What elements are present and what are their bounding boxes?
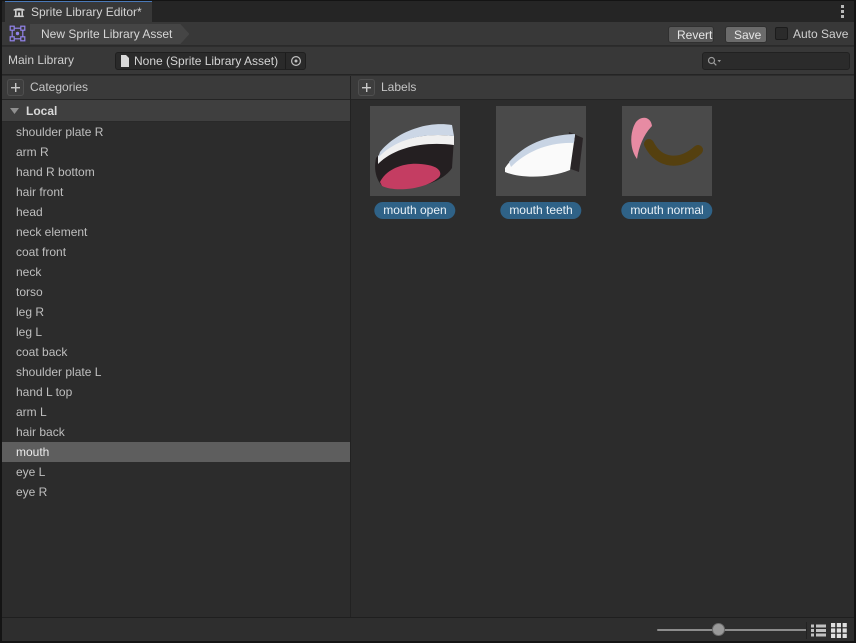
category-item-label: eye L (16, 465, 45, 479)
panel-divider (350, 76, 351, 617)
main-library-label: Main Library (8, 47, 74, 74)
search-field (702, 52, 850, 70)
bottom-bar (0, 617, 856, 643)
label-name-badge: mouth open (374, 202, 455, 219)
window-menu-button[interactable] (834, 2, 850, 20)
slider-knob[interactable] (712, 623, 725, 636)
tab-title: Sprite Library Editor* (31, 5, 142, 19)
label-name-badge: mouth normal (621, 202, 712, 219)
asset-file-icon (120, 55, 130, 67)
grid-view-icon (831, 623, 847, 638)
grid-view-button[interactable] (830, 622, 848, 639)
label-item[interactable]: mouth open (370, 106, 460, 196)
plus-icon (362, 83, 371, 92)
toolbar: New Sprite Library Asset Revert Save Aut… (0, 22, 856, 46)
add-category-button[interactable] (7, 79, 24, 96)
category-item-label: hair back (16, 425, 65, 439)
thumbnail-size-slider[interactable] (657, 629, 807, 631)
save-button[interactable]: Save (725, 26, 767, 43)
category-item-label: shoulder plate R (16, 125, 103, 139)
category-item-label: leg R (16, 305, 44, 319)
tab-bar: Sprite Library Editor* (0, 0, 856, 22)
category-item[interactable]: neck element (0, 222, 350, 242)
categories-panel: Local shoulder plate R arm R hand R bottom… (0, 100, 350, 617)
plus-icon (11, 83, 20, 92)
view-toggle-divider (806, 622, 807, 639)
foldout-triangle-icon (10, 108, 19, 114)
open-mouth-sprite (370, 106, 460, 196)
search-input[interactable] (722, 54, 849, 68)
breadcrumb-new-sprite-library-asset[interactable]: New Sprite Library Asset (30, 24, 189, 44)
smile-line-sprite (622, 106, 712, 196)
category-group-label: Local (26, 104, 57, 118)
labels-panel: mouth open mouth teeth mouth normal (351, 100, 856, 617)
category-item[interactable]: shoulder plate L (0, 362, 350, 382)
category-item[interactable]: coat back (0, 342, 350, 362)
category-group-local[interactable]: Local (0, 100, 350, 122)
category-item-label: hand L top (16, 385, 72, 399)
category-item-label: coat front (16, 245, 66, 259)
sprite-thumbnail (622, 106, 712, 196)
tab-sprite-library-editor[interactable]: Sprite Library Editor* (5, 0, 152, 22)
category-item-label: coat back (16, 345, 67, 359)
categories-header-title: Categories (30, 76, 88, 99)
category-item[interactable]: head (0, 202, 350, 222)
revert-button[interactable]: Revert (668, 26, 714, 43)
category-item-label: torso (16, 285, 43, 299)
main-library-object-field[interactable]: None (Sprite Library Asset) (115, 52, 306, 70)
category-item-label: head (16, 205, 43, 219)
category-item-label: hair front (16, 185, 63, 199)
category-item[interactable]: leg R (0, 302, 350, 322)
category-item[interactable]: arm L (0, 402, 350, 422)
object-field-value: None (Sprite Library Asset) (134, 54, 285, 68)
category-list: shoulder plate R arm R hand R bottom hair f… (0, 122, 350, 502)
window-border (0, 0, 2, 643)
teeth-sprite (496, 106, 586, 196)
sprite-thumbnail (496, 106, 586, 196)
category-item[interactable]: neck (0, 262, 350, 282)
category-item-label: eye R (16, 485, 47, 499)
labels-header-title: Labels (381, 76, 416, 99)
categories-header: Categories (0, 76, 350, 100)
category-item-label: neck (16, 265, 41, 279)
auto-save-checkbox[interactable] (775, 27, 788, 40)
label-name-badge: mouth teeth (500, 202, 581, 219)
sprite-library-window-icon (12, 5, 26, 19)
target-picker-icon (290, 55, 302, 67)
category-item[interactable]: torso (0, 282, 350, 302)
sprite-library-asset-icon (9, 25, 26, 45)
category-item[interactable]: coat front (0, 242, 350, 262)
auto-save-label: Auto Save (793, 22, 848, 46)
category-item[interactable]: hair front (0, 182, 350, 202)
category-item[interactable]: leg L (0, 322, 350, 342)
object-picker-button[interactable] (285, 53, 305, 69)
category-item[interactable]: hair back (0, 422, 350, 442)
category-item[interactable]: hand R bottom (0, 162, 350, 182)
category-item[interactable]: hand L top (0, 382, 350, 402)
category-item-label: leg L (16, 325, 42, 339)
sprite-library-editor-window: Sprite Library Editor* New Sprite Librar… (0, 0, 856, 643)
category-item[interactable]: mouth (0, 442, 350, 462)
kebab-menu-icon (841, 5, 844, 8)
list-view-icon (811, 624, 826, 637)
category-item-label: arm R (16, 145, 49, 159)
search-icon (707, 56, 722, 67)
main-library-row: Main Library None (Sprite Library Asset) (0, 47, 856, 75)
category-item[interactable]: arm R (0, 142, 350, 162)
labels-header: Labels (351, 76, 856, 100)
label-item[interactable]: mouth teeth (496, 106, 586, 196)
category-item[interactable]: shoulder plate R (0, 122, 350, 142)
category-item-label: neck element (16, 225, 87, 239)
category-item-label: shoulder plate L (16, 365, 101, 379)
category-item-label: arm L (16, 405, 47, 419)
window-border (0, 0, 856, 1)
category-item-label: hand R bottom (16, 165, 95, 179)
sprite-thumbnail (370, 106, 460, 196)
add-label-button[interactable] (358, 79, 375, 96)
category-item-label: mouth (16, 445, 49, 459)
list-view-button[interactable] (809, 622, 827, 639)
category-item[interactable]: eye L (0, 462, 350, 482)
label-item[interactable]: mouth normal (622, 106, 712, 196)
category-item[interactable]: eye R (0, 482, 350, 502)
